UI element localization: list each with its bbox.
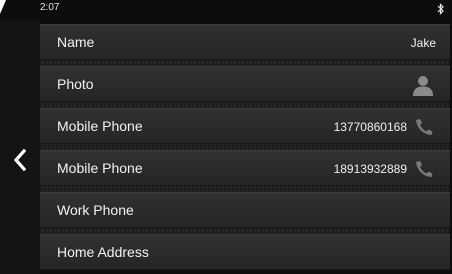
field-row-photo[interactable]: Photo <box>40 66 450 102</box>
field-value: Jake <box>410 36 436 50</box>
field-label: Mobile Phone <box>57 160 143 176</box>
field-label: Mobile Phone <box>57 118 143 134</box>
bluetooth-icon <box>437 3 444 15</box>
field-row-work-phone[interactable]: Work Phone <box>40 192 450 228</box>
back-button[interactable] <box>0 20 40 274</box>
phone-handset-icon[interactable] <box>414 118 434 136</box>
field-label: Photo <box>57 76 94 92</box>
field-label: Name <box>57 34 95 50</box>
device-screen: 2:07 Name Jake Photo Mobile Phone 137708… <box>0 0 452 274</box>
field-row-name[interactable]: Name Jake <box>40 24 450 60</box>
chevron-left-icon <box>13 148 27 172</box>
clock-time: 2:07 <box>40 2 60 13</box>
field-value: 13770860168 <box>333 120 407 134</box>
field-row-mobile-phone-1[interactable]: Mobile Phone 13770860168 <box>40 108 450 144</box>
field-row-home-address[interactable]: Home Address <box>40 234 450 270</box>
person-silhouette-icon <box>413 76 433 96</box>
contact-field-list: Name Jake Photo Mobile Phone 13770860168 <box>40 20 450 274</box>
field-label: Home Address <box>57 244 149 260</box>
field-value: 18913932889 <box>333 162 407 176</box>
contact-detail-panel: 2:07 Name Jake Photo Mobile Phone 137708… <box>0 0 452 274</box>
status-bar: 2:07 <box>0 0 452 20</box>
field-row-mobile-phone-2[interactable]: Mobile Phone 18913932889 <box>40 150 450 186</box>
field-label: Work Phone <box>57 202 134 218</box>
phone-handset-icon[interactable] <box>414 160 434 178</box>
